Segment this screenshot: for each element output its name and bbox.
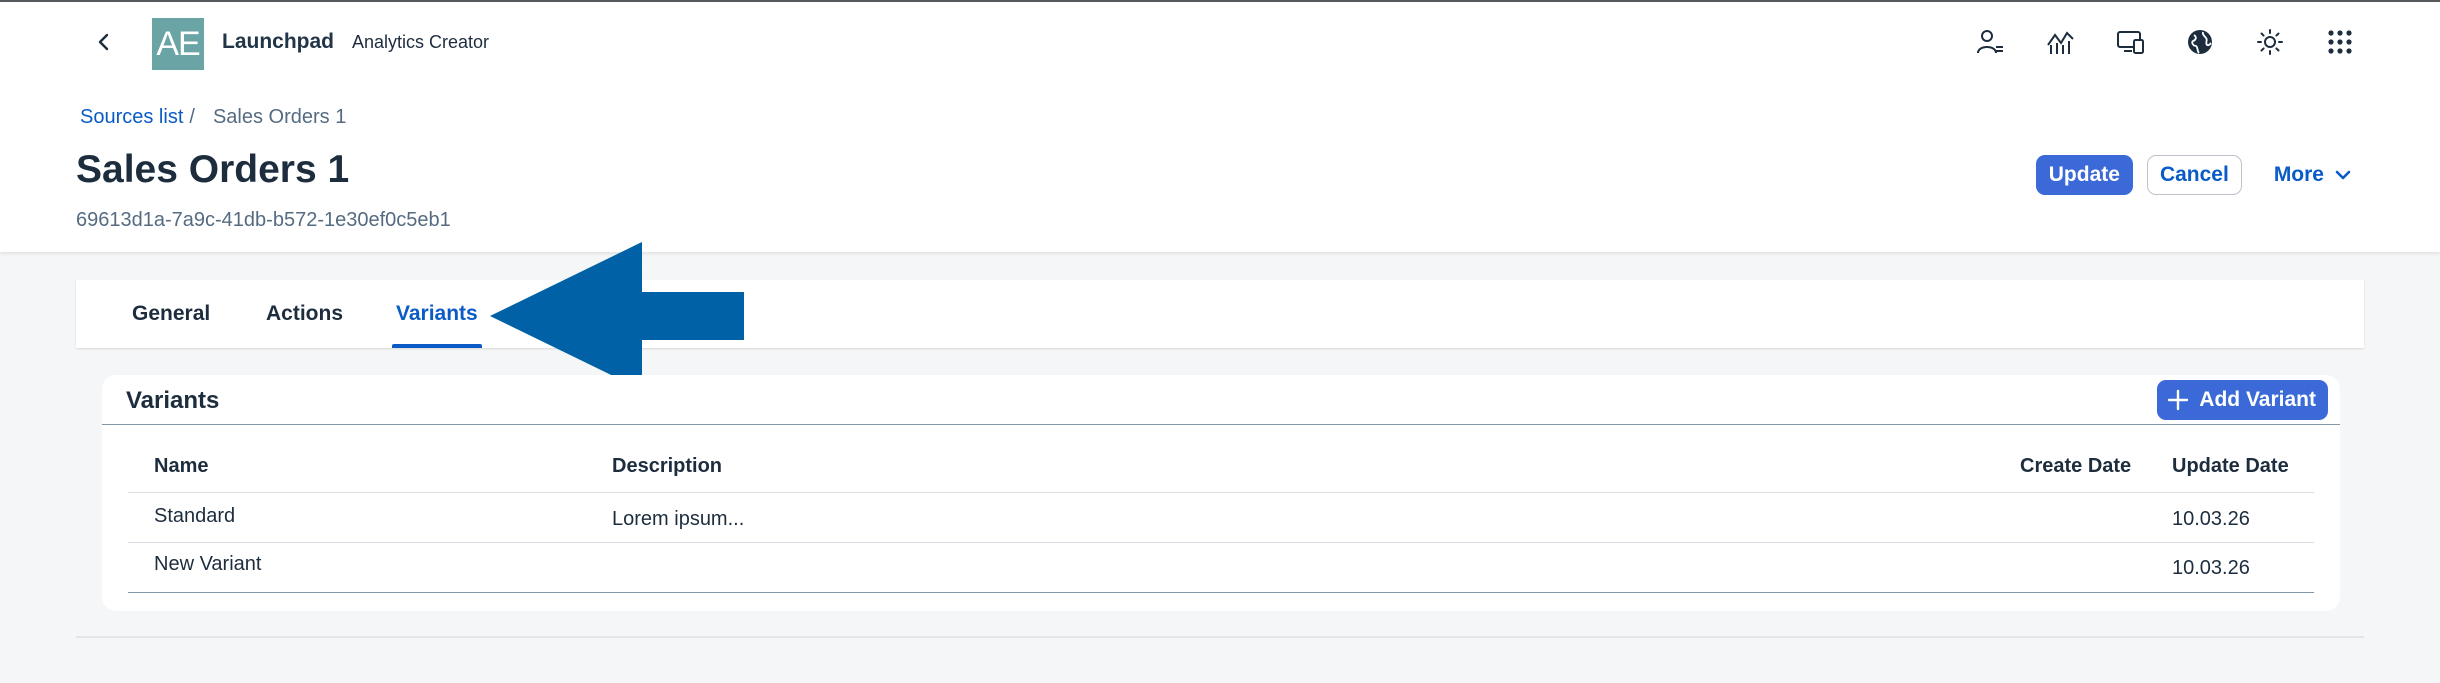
cell-description: Lorem ipsum...: [612, 508, 745, 530]
variants-table: Name Description Create Date Update Date…: [128, 441, 2314, 593]
variants-title: Variants: [126, 387, 220, 414]
brand-title[interactable]: Launchpad: [222, 30, 334, 54]
variants-panel: Variants Add Variant Name Description Cr…: [102, 375, 2340, 611]
analytics-icon[interactable]: [2040, 22, 2080, 62]
add-variant-label: Add Variant: [2199, 388, 2316, 411]
add-variant-button[interactable]: Add Variant: [2157, 380, 2328, 420]
app-name: Analytics Creator: [352, 32, 490, 52]
breadcrumb: Sources list / Sales Orders 1: [80, 106, 346, 129]
variants-panel-header: Variants Add Variant: [102, 375, 2340, 425]
section-divider: [76, 636, 2364, 638]
chevron-down-icon: [2335, 170, 2351, 180]
tab-actions[interactable]: Actions: [266, 280, 343, 348]
cell-update-date: 10.03.26: [2172, 557, 2250, 579]
tab-bar: General Actions Variants: [76, 280, 2364, 348]
more-button-label: More: [2273, 163, 2324, 186]
shell-bar: AE Launchpad Analytics Creator: [0, 0, 2440, 82]
cell-name: Standard: [154, 505, 236, 527]
column-header-description[interactable]: Description: [612, 455, 722, 478]
column-header-update-date[interactable]: Update Date: [2172, 455, 2289, 478]
cancel-button[interactable]: Cancel: [2146, 155, 2242, 195]
breadcrumb-link-sources[interactable]: Sources list: [80, 106, 183, 129]
table-row[interactable]: New Variant 10.03.26: [128, 543, 2314, 593]
app-grid-icon[interactable]: [2320, 22, 2360, 62]
annotation-arrow: [490, 242, 744, 390]
breadcrumb-current: Sales Orders 1: [212, 106, 347, 128]
object-header: Sources list / Sales Orders 1 Sales Orde…: [0, 82, 2440, 252]
table-header-row: Name Description Create Date Update Date: [128, 441, 2314, 493]
tab-variants[interactable]: Variants: [392, 280, 482, 348]
breadcrumb-separator: /: [189, 106, 195, 128]
table-row[interactable]: Standard Lorem ipsum... 10.03.26: [128, 493, 2314, 543]
more-button[interactable]: More: [2256, 155, 2352, 195]
chevron-left-icon: [98, 33, 109, 51]
update-button[interactable]: Update: [2035, 155, 2133, 195]
plus-icon: [2168, 389, 2189, 411]
page-title: Sales Orders 1: [76, 148, 350, 191]
theme-icon[interactable]: [2250, 22, 2290, 62]
column-header-create-date[interactable]: Create Date: [2020, 455, 2131, 478]
globe-icon[interactable]: [2180, 22, 2220, 62]
cell-update-date: 10.03.26: [2172, 508, 2250, 530]
page-subtitle-id: 69613d1a-7a9c-41db-b572-1e30ef0c5eb1: [76, 209, 451, 231]
cell-name: New Variant: [154, 553, 262, 575]
user-settings-icon[interactable]: [1970, 22, 2010, 62]
app-logo[interactable]: AE: [152, 18, 204, 70]
device-icon[interactable]: [2110, 22, 2150, 62]
column-header-name[interactable]: Name: [154, 455, 208, 478]
back-button[interactable]: [86, 24, 122, 60]
tab-general[interactable]: General: [132, 280, 210, 348]
